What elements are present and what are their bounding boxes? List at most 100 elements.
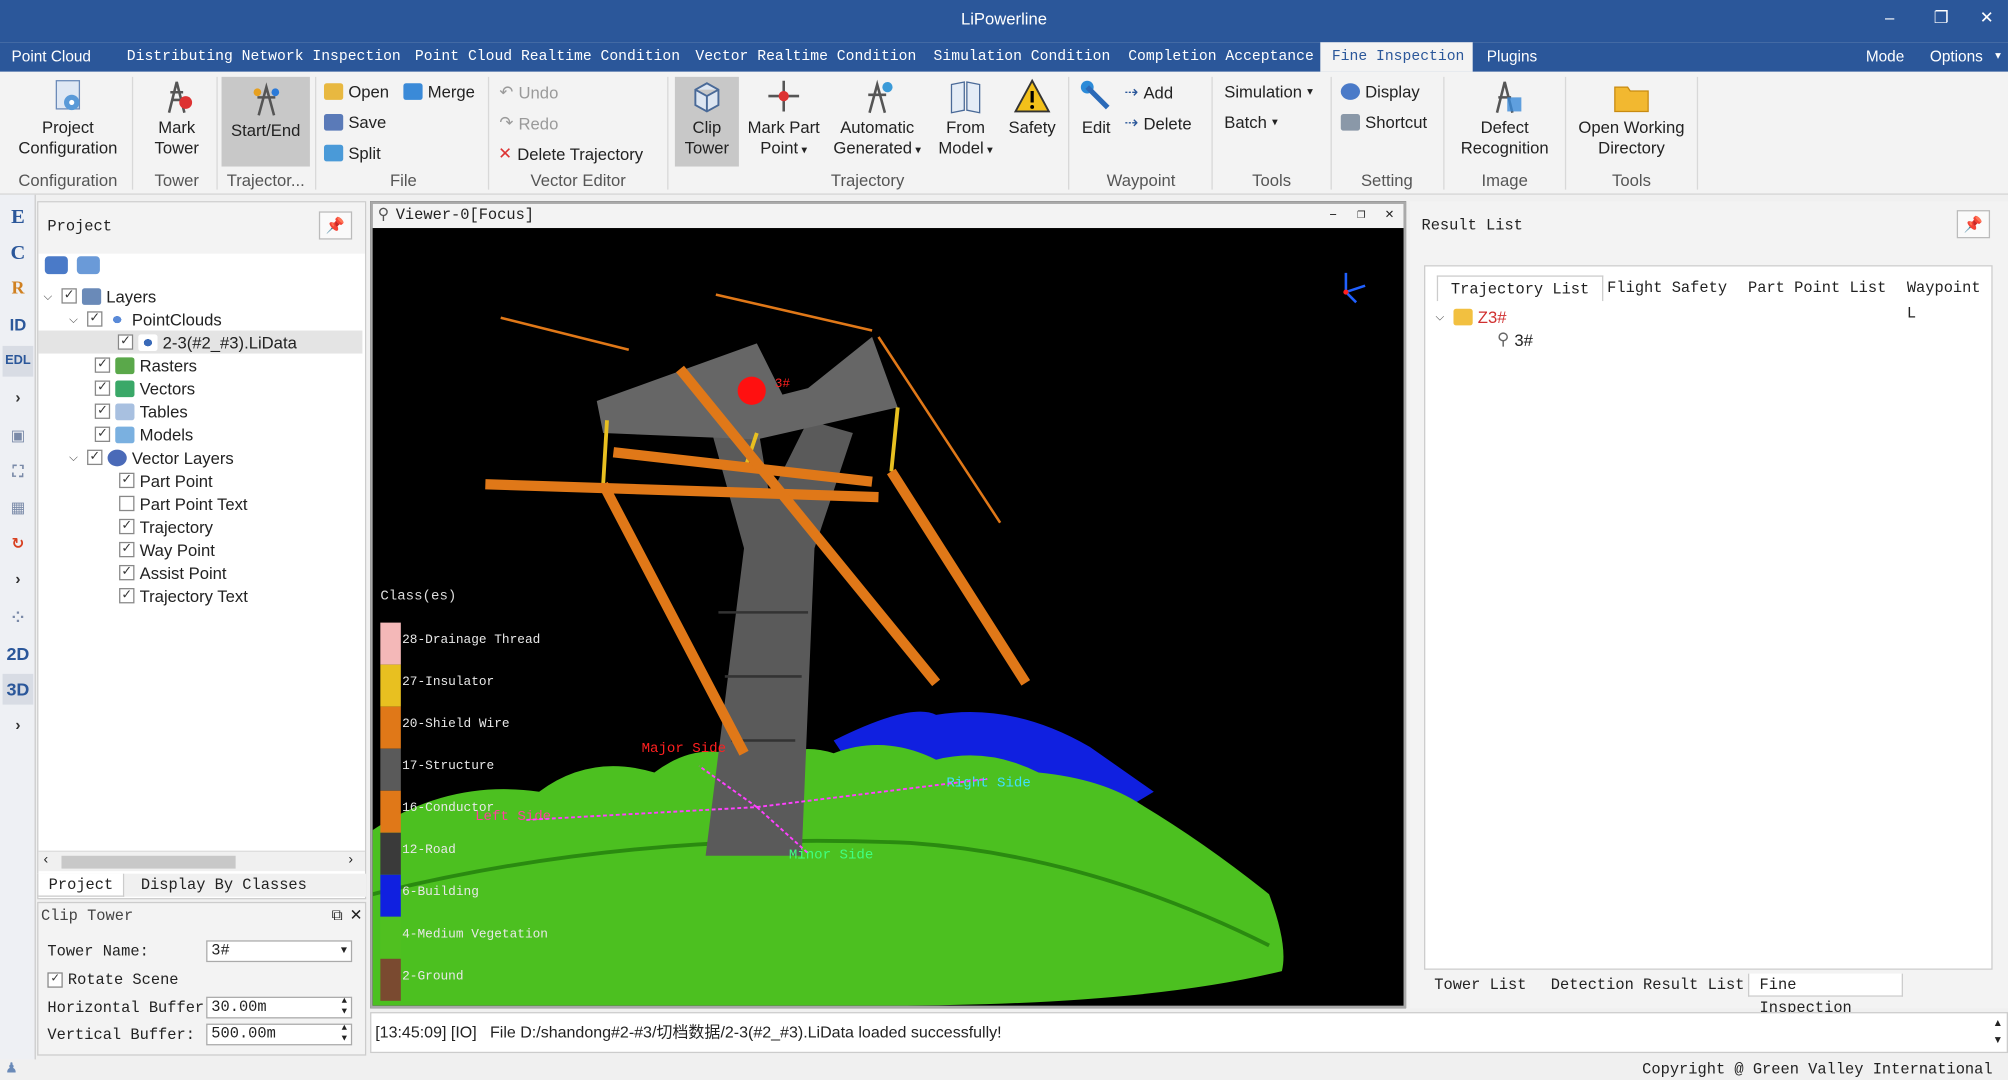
tab-point-cloud-realtime-condition[interactable]: Point Cloud Realtime Condition <box>403 42 691 71</box>
checkbox[interactable]: ✓ <box>119 472 135 489</box>
tool-e[interactable]: E <box>3 202 34 233</box>
chevron-down-icon[interactable]: ▾ <box>1995 49 2001 63</box>
tool-r[interactable]: R <box>3 274 34 305</box>
merge-button[interactable]: Merge <box>403 82 475 101</box>
horizontal-buffer-input[interactable]: 30.00m ▲ ▼ <box>206 996 353 1019</box>
checkbox[interactable]: ✓ <box>119 541 135 558</box>
mark-tower-button[interactable]: Mark Tower <box>141 77 213 159</box>
redo-button[interactable]: ↷ Redo <box>499 113 558 133</box>
tree-item-rasters[interactable]: ✓ Rasters <box>94 354 197 377</box>
spinner-icon[interactable]: ▲ ▼ <box>342 997 347 1017</box>
tab-fine-inspection[interactable]: Fine Inspection <box>1320 42 1473 72</box>
start-end-button[interactable]: Start/End <box>221 76 310 167</box>
open-button[interactable]: Open <box>323 82 389 101</box>
result-tree-item-z3[interactable]: ⌵ Z3# <box>1436 305 1507 328</box>
tab-tower-list[interactable]: Tower List <box>1424 974 1537 997</box>
delete-button[interactable]: ⇢ Delete <box>1124 113 1191 133</box>
add-button[interactable]: ⇢ Add <box>1124 82 1173 102</box>
tab-distributing-network-inspection[interactable]: Distributing Network Inspection <box>115 42 412 71</box>
collapse-icon[interactable]: ⌵ <box>69 312 82 326</box>
tree-item-way-point[interactable]: ✓ Way Point <box>119 538 215 561</box>
checkbox[interactable]: ✓ <box>94 357 111 373</box>
rotate-icon[interactable]: ↻ <box>3 528 34 559</box>
tree-item-vector-layers[interactable]: ⌵ ✓ Vector Layers <box>69 446 234 469</box>
checkbox[interactable]: ✓ <box>94 426 111 442</box>
save-button[interactable]: Save <box>323 113 386 132</box>
chevron-right-icon[interactable]: › <box>3 382 34 413</box>
defect-recognition-button[interactable]: Defect Recognition <box>1451 77 1559 159</box>
tab-simulation-condition[interactable]: Simulation Condition <box>922 42 1122 71</box>
checkbox[interactable]: ✓ <box>87 311 103 327</box>
collapse-icon[interactable]: ⌵ <box>69 450 82 464</box>
tab-project[interactable]: Project <box>37 873 125 897</box>
batch-dropdown[interactable]: Batch ▾ <box>1224 113 1278 132</box>
from-model-button[interactable]: From Model ▾ <box>930 77 1002 160</box>
chevron-right-icon[interactable]: › <box>3 564 34 595</box>
result-tree-item-3[interactable]: ⚲ 3# <box>1497 328 1533 351</box>
undo-button[interactable]: ↶ Undo <box>499 82 558 102</box>
close-icon[interactable]: ✕ <box>350 906 363 924</box>
minimize-icon[interactable]: – <box>1320 205 1346 225</box>
options-menu[interactable]: Options <box>1918 42 1994 71</box>
grid-icon[interactable]: ▦ <box>3 492 34 523</box>
tree-item-models[interactable]: ✓ Models <box>94 423 193 446</box>
checkbox[interactable]: ✓ <box>117 334 134 350</box>
tree-item-assist-point[interactable]: ✓ Assist Point <box>119 561 227 584</box>
automatic-generated-button[interactable]: Automatic Generated ▾ <box>829 77 926 160</box>
log-scroll-icon[interactable]: ▲ ▼ <box>1993 1015 2003 1048</box>
tab-trajectory-list[interactable]: Trajectory List <box>1436 275 1604 302</box>
float-icon[interactable]: ⧉ <box>332 906 343 925</box>
tab-flight-safety[interactable]: Flight Safety <box>1594 275 1740 301</box>
box-select-icon[interactable]: ▣ <box>3 420 34 451</box>
tree-item-trajectory[interactable]: ✓ Trajectory <box>119 515 213 538</box>
checkbox[interactable]: ✓ <box>119 588 135 604</box>
tab-point-cloud[interactable]: Point Cloud <box>0 42 103 71</box>
tab-display-by-classes[interactable]: Display By Classes <box>131 874 317 897</box>
tool-c[interactable]: C <box>3 238 34 269</box>
checkbox[interactable]: ✓ <box>87 449 103 466</box>
minimize-icon[interactable]: – <box>1885 8 1894 27</box>
mark-part-point-button[interactable]: Mark Part Point ▾ <box>744 77 823 160</box>
restore-icon[interactable]: ❐ <box>1348 205 1374 225</box>
close-icon[interactable]: ✕ <box>1980 8 1994 28</box>
tree-item-part-point-text[interactable]: Part Point Text <box>119 492 248 515</box>
fit-view-icon[interactable]: ⛶ <box>3 456 34 487</box>
collapse-icon[interactable]: ⌵ <box>44 289 57 303</box>
scroll-left-icon[interactable]: ‹ <box>44 852 49 867</box>
split-button[interactable]: Split <box>323 143 381 163</box>
tree-item-part-point[interactable]: ✓ Part Point <box>119 469 213 492</box>
pin-icon[interactable]: 📌 <box>1956 210 1991 239</box>
safety-button[interactable]: Safety <box>1004 77 1060 138</box>
simulation-dropdown[interactable]: Simulation ▾ <box>1224 82 1313 101</box>
tree-item-tables[interactable]: ✓ Tables <box>94 400 188 423</box>
tab-fine-inspection-result[interactable]: Fine Inspection <box>1748 973 1903 1017</box>
checkbox[interactable]: ✓ <box>94 403 111 419</box>
open-working-directory-button[interactable]: Open Working Directory <box>1570 77 1693 159</box>
view-3d-button[interactable]: 3D <box>2 673 34 705</box>
chevron-right-icon[interactable]: › <box>3 710 34 741</box>
view-2d-button[interactable]: 2D <box>3 638 34 669</box>
project-configuration-button[interactable]: Project Configuration <box>8 77 128 159</box>
tree-item-trajectory-text[interactable]: ✓ Trajectory Text <box>119 584 248 607</box>
tab-completion-acceptance[interactable]: Completion Acceptance <box>1117 42 1326 71</box>
tool-edl[interactable]: EDL <box>2 345 34 377</box>
layer-add-icon[interactable] <box>44 256 68 275</box>
layer-stack-icon[interactable] <box>76 256 100 275</box>
mode-menu[interactable]: Mode <box>1854 42 1916 71</box>
tower-marker[interactable] <box>737 376 766 405</box>
tab-waypoint-list[interactable]: Waypoint L <box>1894 275 2008 323</box>
clip-tower-button[interactable]: Clip Tower <box>674 76 739 167</box>
delete-trajectory-button[interactable]: ✕ Delete Trajectory <box>498 143 643 163</box>
close-icon[interactable]: ✕ <box>1377 205 1403 225</box>
tree-item-lidata[interactable]: ✓ 2-3(#2_#3).LiData <box>38 330 363 354</box>
scatter-icon[interactable]: ⁘ <box>3 602 34 633</box>
rotate-scene-checkbox[interactable]: ✓ Rotate Scene <box>47 971 179 989</box>
checkbox[interactable]: ✓ <box>94 380 111 396</box>
checkbox[interactable]: ✓ <box>47 972 63 988</box>
tab-plugins[interactable]: Plugins <box>1475 42 1548 71</box>
tree-item-layers[interactable]: ⌵ ✓ Layers <box>44 284 157 307</box>
horizontal-scrollbar[interactable]: ‹ › <box>38 850 365 872</box>
vertical-buffer-input[interactable]: 500.00m ▲ ▼ <box>206 1023 353 1046</box>
collapse-icon[interactable]: ⌵ <box>1436 309 1449 323</box>
checkbox[interactable] <box>119 495 135 512</box>
